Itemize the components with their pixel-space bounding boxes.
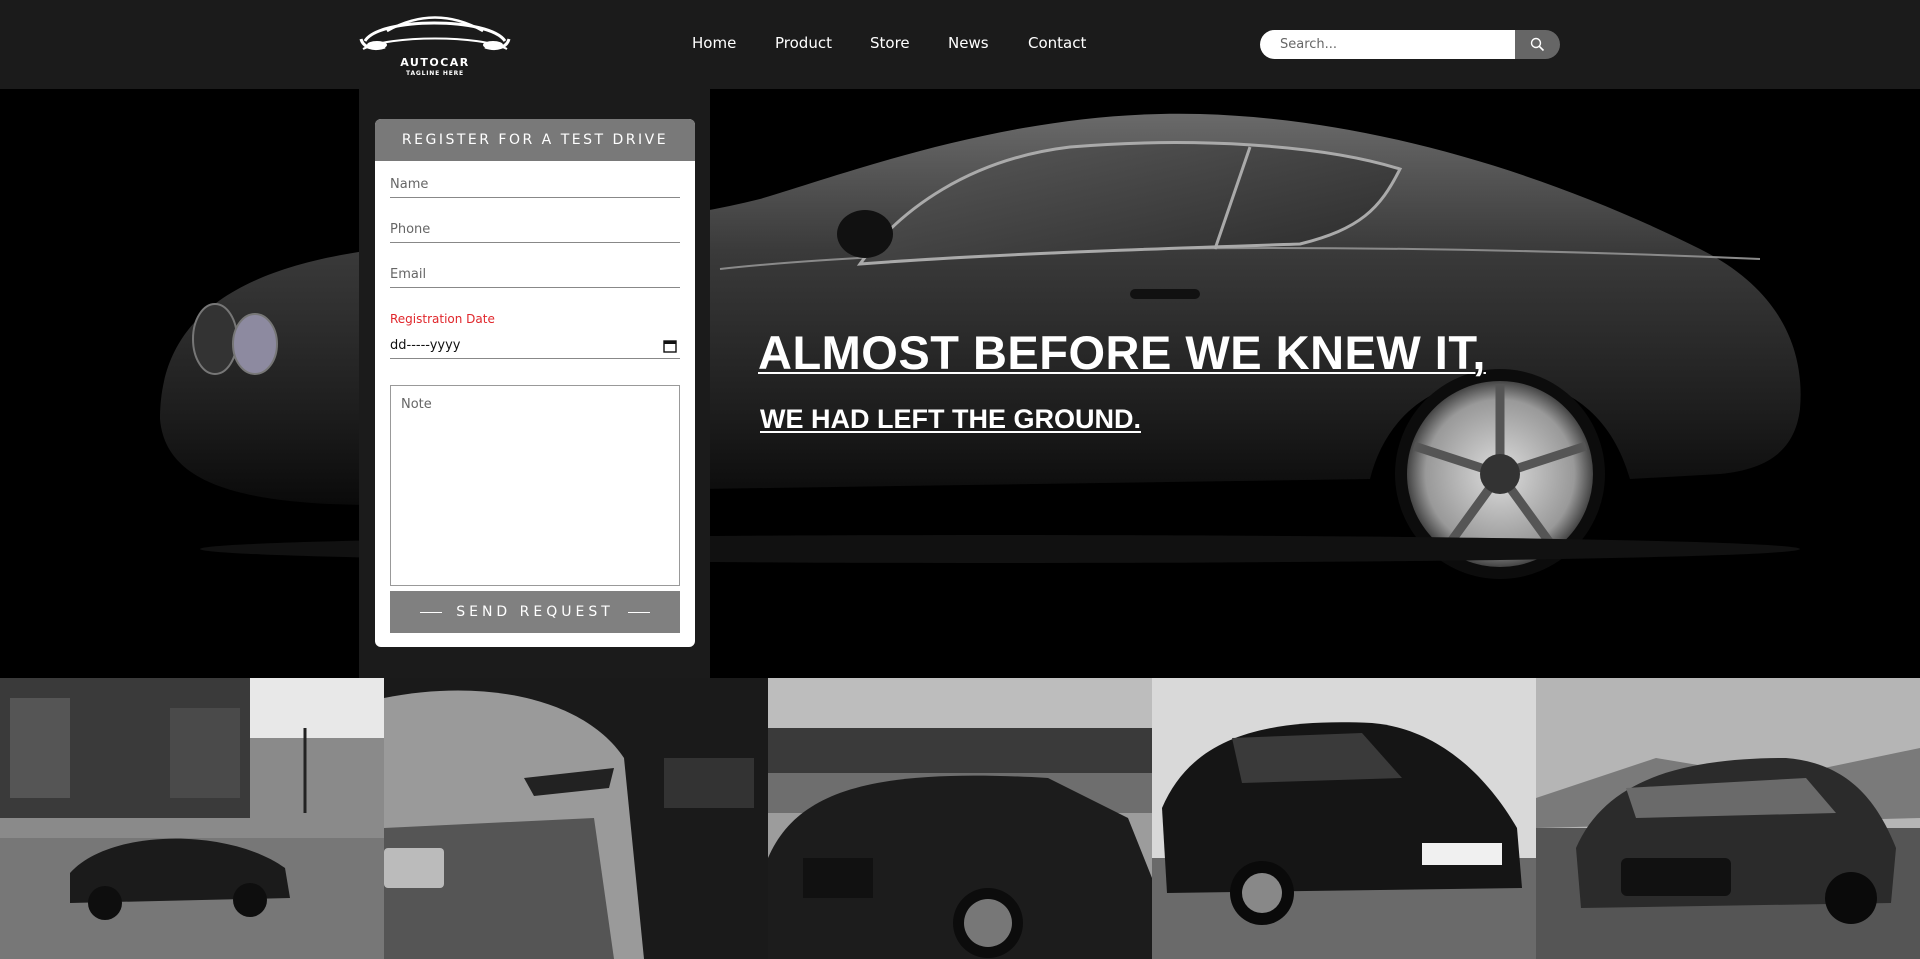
note-field[interactable] [390, 385, 680, 586]
registration-date-label: Registration Date [390, 312, 495, 326]
test-drive-form: REGISTER FOR A TEST DRIVE Registration D… [375, 119, 695, 647]
brand-tagline: TAGLINE HERE [406, 70, 464, 77]
gallery-tile-lake[interactable] [768, 678, 1152, 959]
nav-news[interactable]: News [948, 34, 989, 52]
site-header: AUTOCAR TAGLINE HERE Home Product Store … [0, 0, 1920, 89]
nav-product[interactable]: Product [775, 34, 832, 52]
name-field[interactable] [390, 177, 680, 198]
brand-logo[interactable]: AUTOCAR TAGLINE HERE [359, 9, 511, 79]
gallery-tile-hatchback[interactable] [1152, 678, 1536, 959]
search-button[interactable] [1515, 30, 1560, 59]
car-showroom-photo [384, 678, 768, 959]
registration-date-field[interactable]: dd-----yyyy [390, 337, 680, 359]
send-request-button[interactable]: SEND REQUEST [390, 591, 680, 633]
search-input[interactable] [1260, 30, 1515, 59]
wagon-lake-photo [768, 678, 1152, 959]
gallery-tile-field[interactable] [1536, 678, 1920, 959]
hatchback-road-photo [1152, 678, 1536, 959]
nav-store[interactable]: Store [870, 34, 910, 52]
hero-headline: ALMOST BEFORE WE KNEW IT, [758, 326, 1486, 379]
calendar-icon[interactable] [663, 339, 677, 353]
email-field[interactable] [390, 267, 680, 288]
sedan-field-photo [1536, 678, 1920, 959]
nav-home[interactable]: Home [692, 34, 736, 52]
form-title: REGISTER FOR A TEST DRIVE [375, 119, 695, 161]
car-street-photo [0, 678, 384, 959]
phone-field[interactable] [390, 222, 680, 243]
hero-subheadline: WE HAD LEFT THE GROUND. [760, 404, 1141, 434]
car-gallery [0, 678, 1920, 959]
send-request-label: SEND REQUEST [456, 604, 614, 620]
date-value: dd-----yyyy [390, 338, 461, 353]
nav-contact[interactable]: Contact [1028, 34, 1086, 52]
gallery-tile-street[interactable] [0, 678, 384, 959]
gallery-tile-showroom[interactable] [384, 678, 768, 959]
search-box [1260, 30, 1560, 59]
dash-left [420, 611, 443, 613]
search-icon [1530, 37, 1545, 52]
hero-banner [0, 89, 1920, 678]
dash-right [627, 611, 650, 613]
brand-name: AUTOCAR [400, 56, 470, 69]
hero-car-image [160, 113, 1801, 579]
